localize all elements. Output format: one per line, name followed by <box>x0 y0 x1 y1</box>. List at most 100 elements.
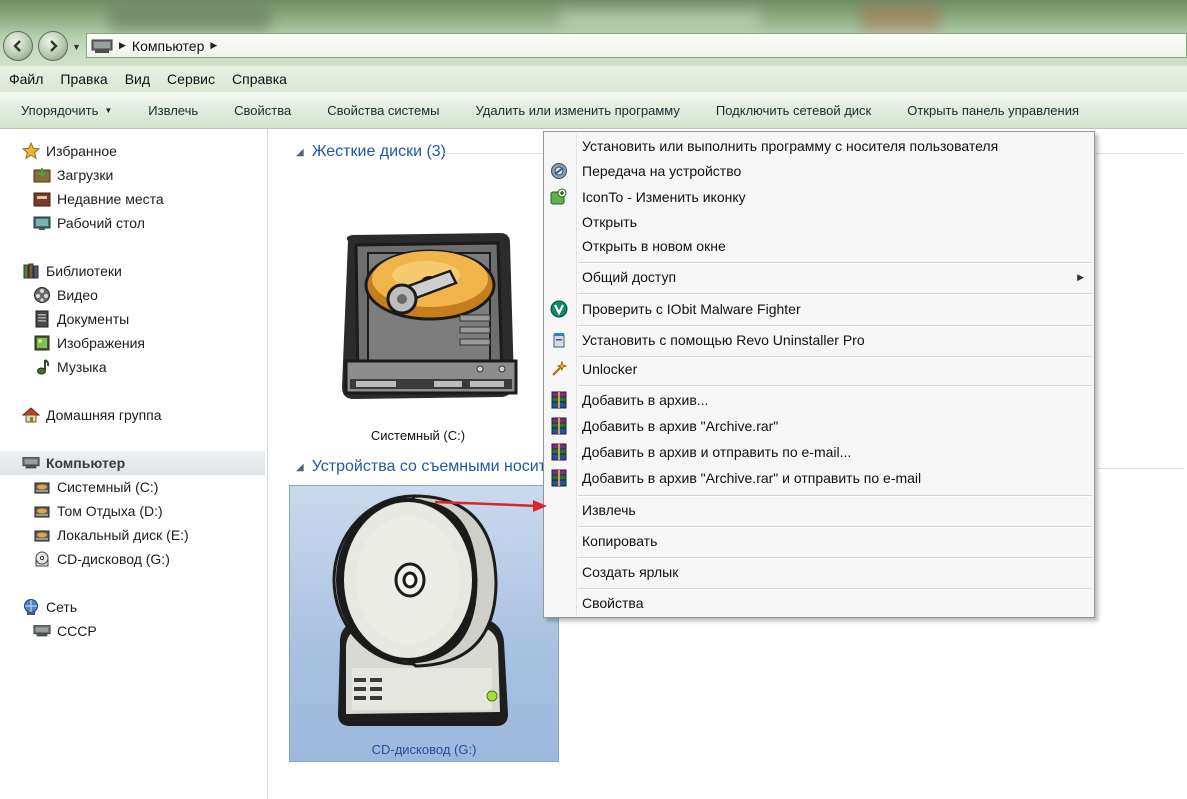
menu-item-label: Копировать <box>582 533 658 549</box>
iconto-icon <box>550 188 568 206</box>
menu-item-label: Создать ярлык <box>582 564 679 580</box>
nav-pictures-label: Изображения <box>57 335 145 351</box>
menu-item-archive-rar-and-email[interactable]: Добавить в архив "Archive.rar" и отправи… <box>544 466 1094 490</box>
menu-item-transfer-to-device[interactable]: Передача на устройство <box>544 159 1094 183</box>
forward-button[interactable] <box>38 31 68 61</box>
iobit-malware-fighter-icon <box>550 300 568 318</box>
nav-documents[interactable]: Документы <box>33 308 129 330</box>
properties-button[interactable]: Свойства <box>216 103 309 118</box>
menu-separator <box>578 557 1092 559</box>
map-drive-button[interactable]: Подключить сетевой диск <box>698 103 889 118</box>
nav-network-pc[interactable]: СССР <box>33 620 97 642</box>
menu-item-label: Установить с помощью Revo Uninstaller Pr… <box>582 332 865 348</box>
menu-item-properties[interactable]: Свойства <box>544 591 1094 615</box>
menu-separator <box>578 588 1092 590</box>
submenu-arrow-icon: ▶ <box>1077 271 1084 282</box>
menu-separator <box>578 262 1092 264</box>
menu-view[interactable]: Вид <box>116 71 158 87</box>
organize-button[interactable]: Упорядочить ▼ <box>0 103 130 118</box>
nav-drive-g-label: CD-дисковод (G:) <box>57 551 170 567</box>
menu-separator <box>578 526 1092 528</box>
nav-drive-g[interactable]: CD-дисковод (G:) <box>33 548 170 570</box>
nav-desktop-label: Рабочий стол <box>57 215 145 231</box>
nav-drive-c[interactable]: Системный (C:) <box>33 476 158 498</box>
menu-tools[interactable]: Сервис <box>158 71 223 87</box>
eject-button[interactable]: Извлечь <box>130 103 216 118</box>
uninstall-button[interactable]: Удалить или изменить программу <box>458 103 698 118</box>
drive-c-tile[interactable]: Системный (C:) <box>268 129 568 459</box>
menu-item-archive-and-email[interactable]: Добавить в архив и отправить по e-mail..… <box>544 440 1094 464</box>
nav-computer-label: Компьютер <box>46 455 126 471</box>
organize-label: Упорядочить <box>21 102 99 118</box>
nav-downloads[interactable]: Загрузки <box>33 164 113 186</box>
breadcrumb-arrow-icon[interactable]: ▶ <box>210 40 217 51</box>
nav-favorites[interactable]: Избранное <box>22 140 117 162</box>
menu-item-label: Свойства <box>582 595 644 611</box>
breadcrumb-computer[interactable]: Компьютер <box>132 38 204 54</box>
menu-help[interactable]: Справка <box>223 71 295 87</box>
nav-video[interactable]: Видео <box>33 284 98 306</box>
breadcrumb-arrow-icon[interactable]: ▶ <box>119 40 126 51</box>
menu-item-add-to-archive[interactable]: Добавить в архив... <box>544 388 1094 412</box>
menu-item-iobit-scan[interactable]: Проверить с IObit Malware Fighter <box>544 297 1094 321</box>
menu-item-open-new-window[interactable]: Открыть в новом окне <box>544 234 1094 258</box>
nav-drive-e[interactable]: Локальный диск (E:) <box>33 524 189 546</box>
drive-g-tile[interactable]: CD-дисковод (G:) <box>289 485 559 762</box>
documents-icon <box>33 310 51 328</box>
nav-favorites-label: Избранное <box>46 143 117 159</box>
nav-drive-d[interactable]: Том Отдыха (D:) <box>33 500 163 522</box>
menu-item-label: Открыть <box>582 214 637 230</box>
computer-icon <box>33 622 51 640</box>
collapse-arrow-icon: ◢ <box>296 461 304 473</box>
removable-group-header[interactable]: ◢ Устройства со съемными носит <box>296 456 546 478</box>
recent-pages-dropdown[interactable]: ▼ <box>72 42 81 52</box>
nav-computer[interactable]: Компьютер <box>22 452 125 474</box>
title-bar: ▼ ▶ Компьютер ▶ <box>0 0 1187 66</box>
nav-network[interactable]: Сеть <box>22 596 77 618</box>
nav-pictures[interactable]: Изображения <box>33 332 145 354</box>
menu-item-iconto[interactable]: IconTo - Изменить иконку <box>544 185 1094 209</box>
address-bar[interactable]: ▶ Компьютер ▶ <box>86 33 1187 58</box>
menu-file[interactable]: Файл <box>0 71 51 87</box>
chevron-down-icon: ▼ <box>104 105 113 115</box>
hard-drive-icon <box>33 502 51 520</box>
nav-music-label: Музыка <box>57 359 107 375</box>
cd-drive-icon <box>332 494 508 726</box>
nav-recent-places-label: Недавние места <box>57 191 164 207</box>
menu-item-label: Передача на устройство <box>582 163 742 179</box>
nav-recent-places[interactable]: Недавние места <box>33 188 164 210</box>
menu-item-label: Unlocker <box>582 361 638 377</box>
menu-item-copy[interactable]: Копировать <box>544 529 1094 553</box>
nav-homegroup[interactable]: Домашняя группа <box>22 404 162 426</box>
nav-drive-c-label: Системный (C:) <box>57 479 159 495</box>
winrar-icon <box>550 417 568 435</box>
menu-item-add-to-archive-rar[interactable]: Добавить в архив "Archive.rar" <box>544 414 1094 438</box>
annotation-arrow-icon <box>434 500 547 512</box>
drive-g-label: CD-дисковод (G:) <box>371 742 477 757</box>
nav-desktop[interactable]: Рабочий стол <box>33 212 145 234</box>
system-properties-button[interactable]: Свойства системы <box>309 103 457 118</box>
nav-video-label: Видео <box>57 287 98 303</box>
menu-item-open[interactable]: Открыть <box>544 210 1094 234</box>
control-panel-button[interactable]: Открыть панель управления <box>889 103 1097 118</box>
nav-music[interactable]: Музыка <box>33 356 107 378</box>
nav-downloads-label: Загрузки <box>57 167 114 183</box>
cd-drive-icon <box>33 550 51 568</box>
menu-item-eject[interactable]: Извлечь <box>544 498 1094 522</box>
context-menu: Установить или выполнить программу с нос… <box>543 131 1095 618</box>
nav-libraries[interactable]: Библиотеки <box>22 260 122 282</box>
menu-item-revo-install[interactable]: Установить с помощью Revo Uninstaller Pr… <box>544 328 1094 352</box>
menu-item-label: IconTo - Изменить иконку <box>582 189 746 205</box>
menu-item-autoplay-install[interactable]: Установить или выполнить программу с нос… <box>544 134 1094 158</box>
revo-uninstaller-icon <box>550 331 568 349</box>
menu-item-create-shortcut[interactable]: Создать ярлык <box>544 560 1094 584</box>
back-button[interactable] <box>3 31 33 61</box>
menu-edit[interactable]: Правка <box>51 71 115 87</box>
menu-item-share[interactable]: Общий доступ ▶ <box>544 265 1094 289</box>
menu-item-label: Добавить в архив "Archive.rar" <box>582 418 779 434</box>
hard-drive-icon <box>342 233 518 399</box>
menu-item-label: Общий доступ <box>582 269 677 285</box>
hard-drive-icon <box>33 478 51 496</box>
winrar-icon <box>550 469 568 487</box>
menu-item-unlocker[interactable]: Unlocker <box>544 357 1094 381</box>
